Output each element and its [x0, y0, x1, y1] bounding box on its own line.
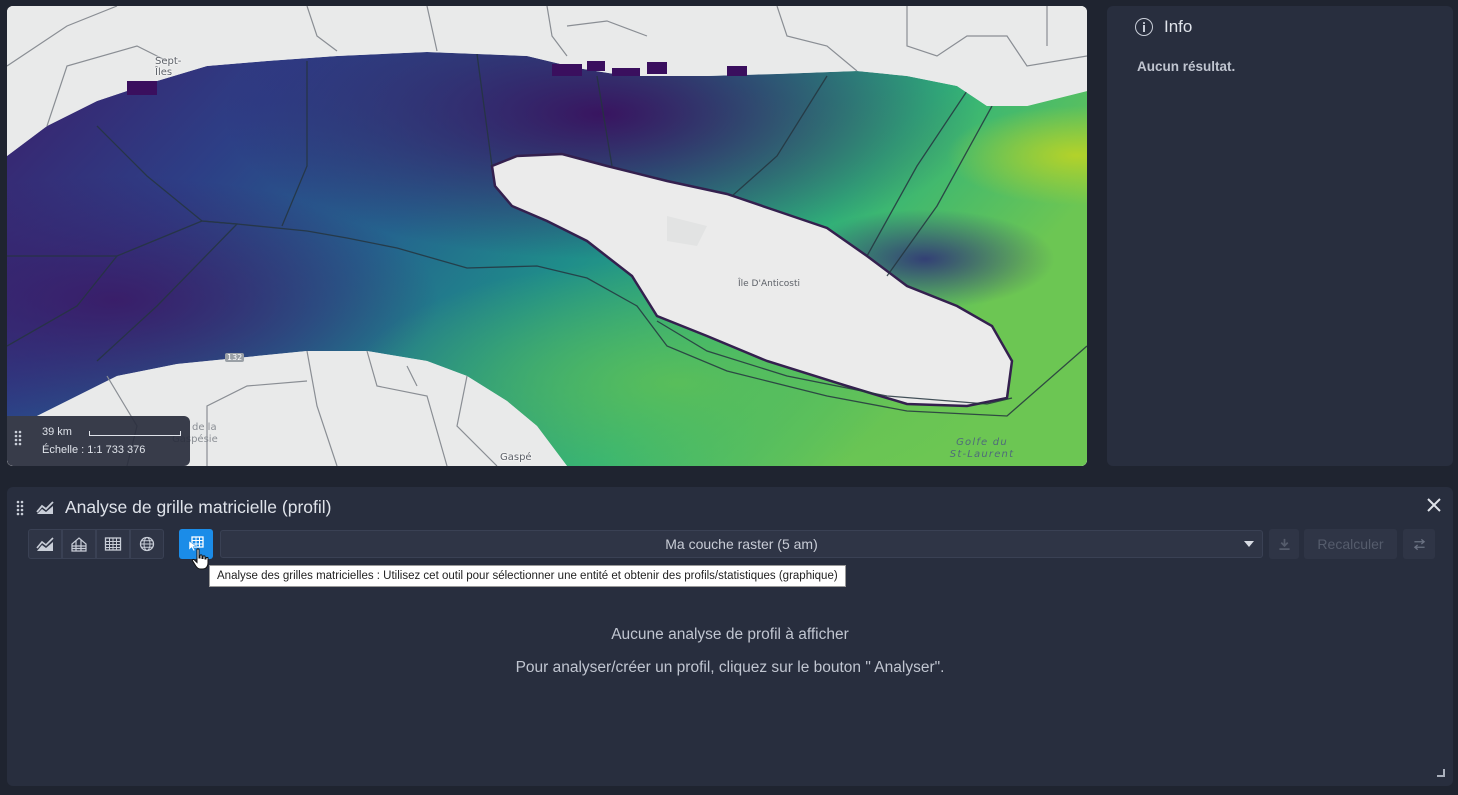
raster-layer-value: Ma couche raster (5 am): [665, 536, 818, 552]
scale-distance: 39 km: [42, 426, 72, 438]
download-icon: [1278, 538, 1290, 550]
reserve-label-1: de la: [192, 422, 217, 433]
map-view[interactable]: Sept- Îles Île D'Anticosti Golfe du St-L…: [7, 6, 1087, 466]
recalculate-button[interactable]: Recalculer: [1304, 529, 1397, 559]
info-title: Info: [1164, 17, 1193, 36]
drag-handle-icon[interactable]: [14, 430, 22, 446]
scale-bar: [89, 431, 181, 436]
scale-ratio: Échelle : 1:1 733 376: [42, 444, 146, 456]
swap-button[interactable]: [1403, 529, 1435, 559]
empty-state-title: Aucune analyse de profil à afficher: [611, 626, 849, 643]
swap-arrows-icon: [1413, 538, 1425, 550]
gulf-label: Golfe du St-Laurent: [947, 437, 1017, 461]
panel-title: Analyse de grille matricielle (profil): [65, 497, 332, 517]
raster-layer-select[interactable]: Ma couche raster (5 am): [220, 530, 1263, 558]
hand-cursor-icon: [191, 548, 209, 570]
city-label-iles: Îles: [155, 67, 173, 78]
info-panel: Info Aucun résultat.: [1107, 6, 1453, 466]
island-label: Île D'Anticosti: [738, 279, 801, 289]
empty-state-hint: Pour analyser/créer un profil, cliquez s…: [515, 659, 945, 676]
area-chart-icon: [71, 537, 87, 552]
city-label-sept: Sept-: [155, 56, 182, 67]
profile-chart-icon: [36, 537, 54, 551]
chevron-down-icon: [1244, 541, 1254, 547]
download-button[interactable]: [1269, 529, 1299, 559]
analysis-panel: Analyse de grille matricielle (profil) M…: [7, 487, 1453, 786]
info-header: Info: [1135, 17, 1192, 37]
scale-widget[interactable]: 39 km Échelle : 1:1 733 376: [7, 416, 190, 466]
analysis-toolbar: [28, 529, 164, 559]
info-icon: [1135, 18, 1153, 36]
route-shield: 132: [225, 353, 245, 362]
globe-icon: [139, 536, 155, 552]
area-chart-button[interactable]: [62, 529, 96, 559]
profile-chart-button[interactable]: [28, 529, 62, 559]
table-icon: [104, 537, 122, 551]
table-button[interactable]: [96, 529, 130, 559]
gulf-label-line2: St-Laurent: [949, 449, 1015, 460]
profile-chart-icon: [36, 501, 54, 514]
resize-handle-icon[interactable]: [1437, 769, 1445, 777]
gulf-label-line1: Golfe du: [956, 437, 1008, 448]
close-icon[interactable]: [1425, 496, 1443, 514]
tooltip: Analyse des grilles matricielles : Utili…: [209, 565, 846, 587]
globe-button[interactable]: [130, 529, 164, 559]
gaspe-label: Gaspé: [500, 452, 532, 463]
info-result: Aucun résultat.: [1137, 59, 1236, 74]
drag-handle-icon[interactable]: [16, 500, 24, 516]
